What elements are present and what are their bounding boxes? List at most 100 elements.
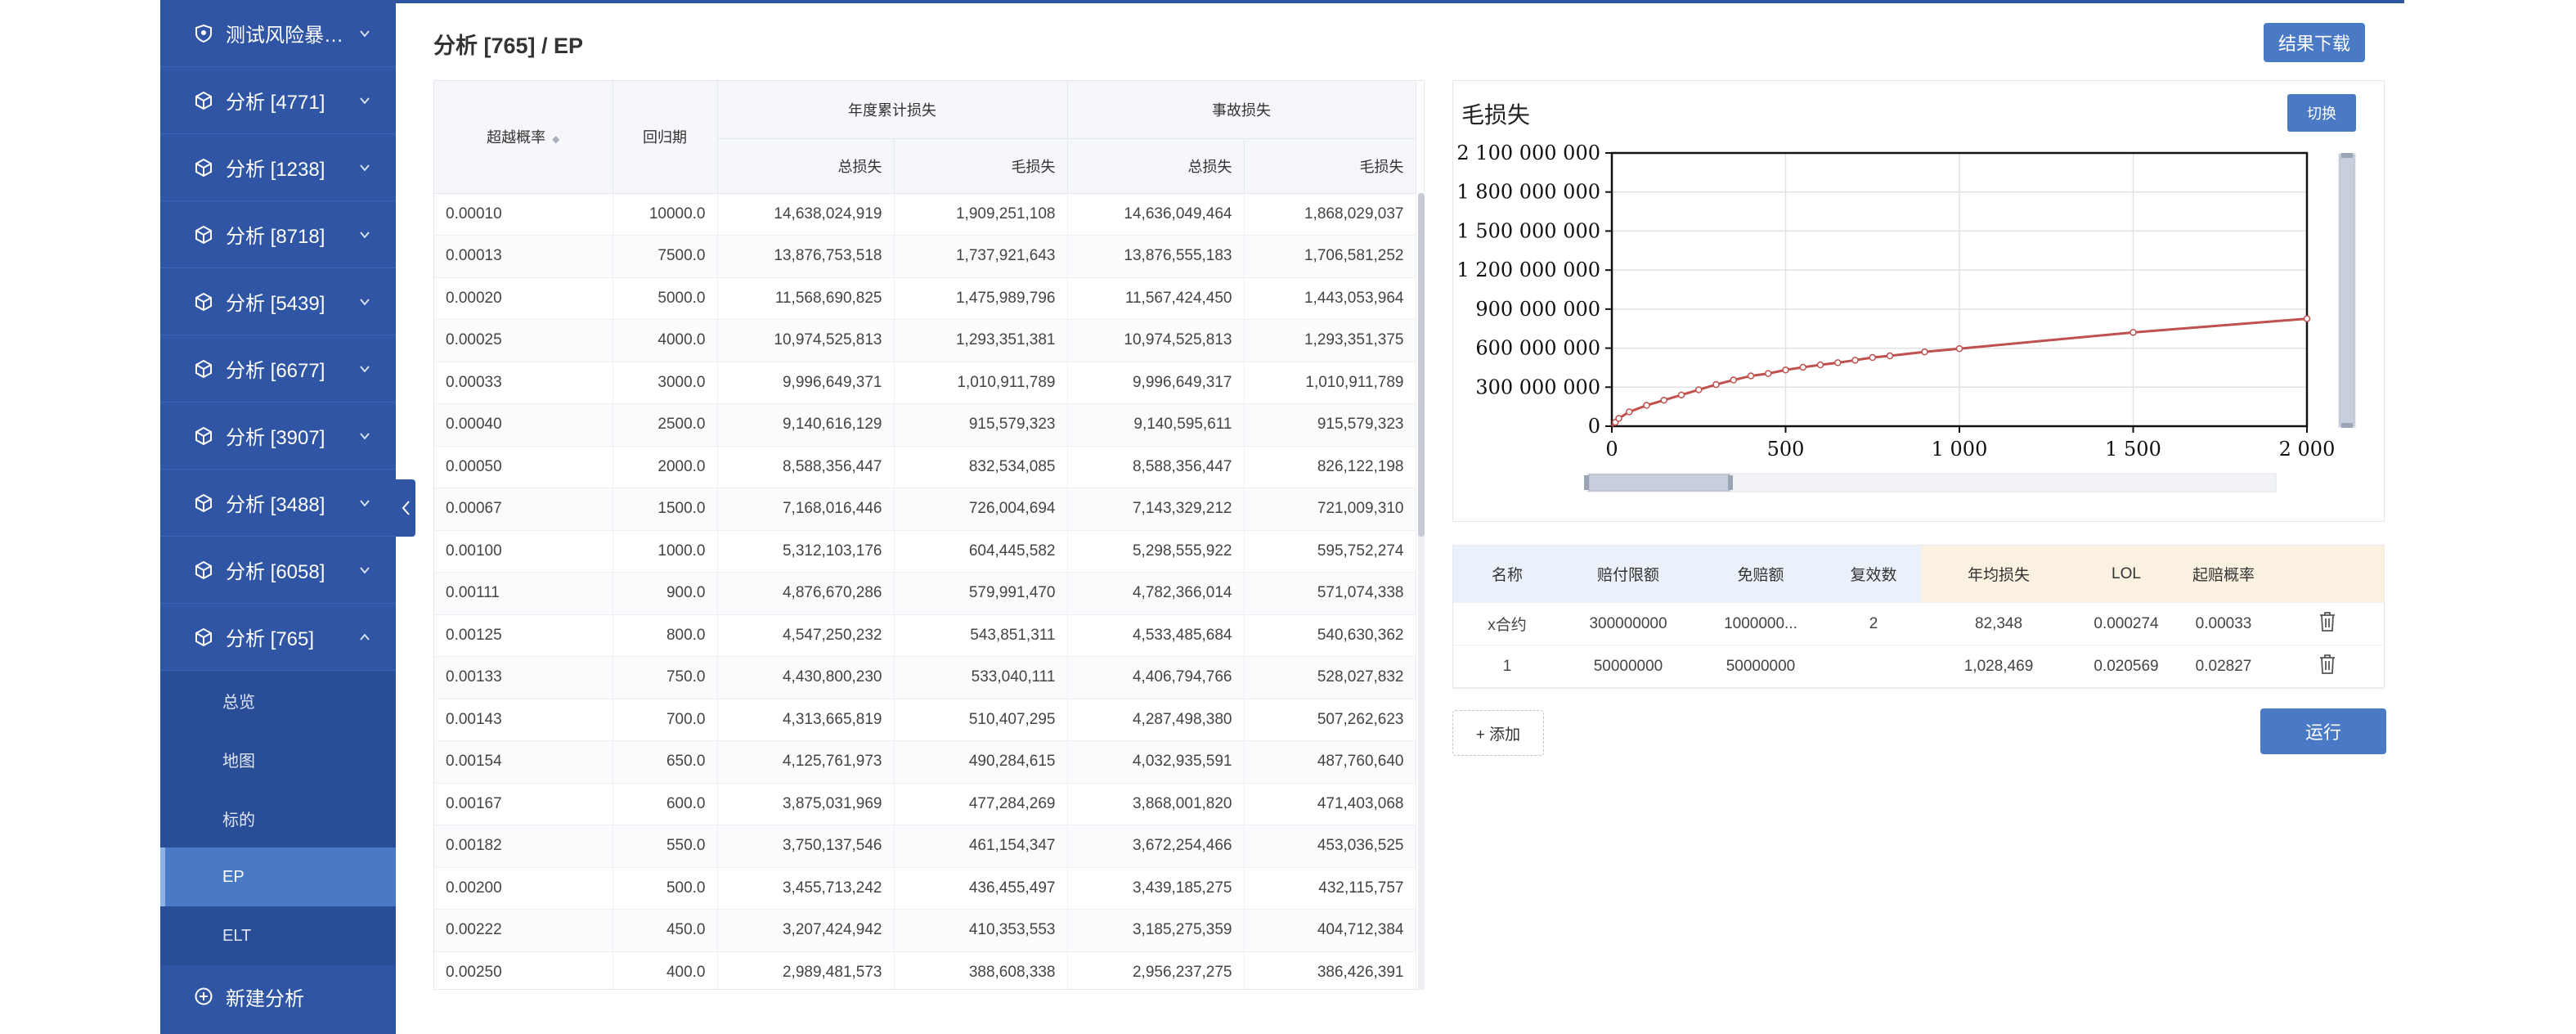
table-row: 0.00025 4000.0 10,974,525,813 1,293,351,381…: [434, 319, 1416, 362]
table-cell: 3,750,137,546: [717, 825, 895, 868]
ep-table-scrollbar-thumb[interactable]: [1418, 193, 1425, 537]
sidebar-item-1[interactable]: 分析 [4771]: [160, 67, 396, 134]
table-cell: 490,284,615: [894, 740, 1068, 784]
x-tick-label: 2 000: [2279, 438, 2336, 461]
table-cell: 3000.0: [613, 362, 718, 404]
y-tick-label: 1 200 000 000: [1456, 258, 1600, 281]
table-cell: 477,284,269: [894, 783, 1068, 825]
data-point: [1886, 352, 1894, 360]
col-exceed-prob[interactable]: 超越概率 ◆: [434, 81, 613, 194]
table-cell: 750.0: [613, 656, 718, 699]
sidebar-collapse-button[interactable]: [396, 479, 415, 537]
delete-contract-button[interactable]: [2271, 610, 2384, 638]
table-cell: 461,154,347: [894, 825, 1068, 868]
table-cell: 13,876,555,183: [1067, 235, 1245, 278]
trash-icon: [2320, 654, 2335, 674]
table-cell: 13,876,753,518: [717, 235, 895, 278]
data-point: [1921, 348, 1928, 356]
delete-contract-button[interactable]: [2271, 653, 2384, 681]
add-contract-button[interactable]: + 添加: [1452, 710, 1544, 756]
table-cell: 9,996,649,317: [1067, 362, 1245, 404]
sidebar: 测试风险暴露... 分析 [4771] 分析 [1238] 分析 [8718] 分析 […: [160, 0, 396, 1034]
sidebar-item-6[interactable]: 分析 [3907]: [160, 402, 396, 470]
sidebar-item-3[interactable]: 分析 [8718]: [160, 201, 396, 268]
y-tick-label: 600 000 000: [1475, 337, 1600, 360]
sidebar-item-4[interactable]: 分析 [5439]: [160, 268, 396, 335]
table-cell: 453,036,525: [1244, 825, 1416, 868]
table-cell: 471,403,068: [1244, 783, 1416, 825]
table-cell: 0.00025: [434, 319, 613, 362]
data-point: [1816, 361, 1824, 369]
table-cell: 0.00250: [434, 951, 613, 989]
sidebar-item-label: 分析 [8718]: [226, 226, 325, 248]
contract-cell: 82,348: [1974, 614, 2023, 632]
chevron-up-icon: [360, 633, 370, 641]
table-cell: 900.0: [613, 572, 718, 615]
table-cell: 14,636,049,464: [1067, 193, 1245, 236]
shield-icon: [195, 24, 212, 43]
table-cell: 0.00010: [434, 193, 613, 236]
table-cell: 543,851,311: [894, 614, 1068, 657]
new-analysis-button[interactable]: 新建分析: [160, 965, 396, 1027]
table-row: 0.00100 1000.0 5,312,103,176 604,445,582 5,2…: [434, 530, 1416, 573]
table-cell: 533,040,111: [894, 656, 1068, 699]
sidebar-item-8[interactable]: 分析 [6058]: [160, 537, 396, 604]
sidebar-item-label: 分析 [6058]: [226, 561, 325, 583]
table-cell: 4,313,665,819: [717, 699, 895, 741]
sidebar-item-9[interactable]: 分析 [765]: [160, 604, 396, 671]
col-event-gross: 毛损失: [1244, 138, 1416, 194]
table-cell: 600.0: [613, 783, 718, 825]
submenu-item-0[interactable]: 总览: [160, 671, 396, 730]
chevron-down-icon: [360, 231, 370, 238]
data-point: [1643, 402, 1650, 409]
contract-cell: 50000000: [1593, 657, 1663, 675]
sort-icon[interactable]: ◆: [552, 133, 559, 145]
table-row: 0.00222 450.0 3,207,424,942 410,353,553 3,18…: [434, 909, 1416, 952]
sidebar-item-label: 分析 [5439]: [226, 293, 325, 315]
cube-icon: [195, 627, 212, 646]
table-cell: 1,475,989,796: [894, 277, 1068, 320]
submenu-item-1[interactable]: 地图: [160, 730, 396, 789]
chevron-down-icon: [360, 566, 370, 573]
sidebar-item-0[interactable]: 测试风险暴露...: [160, 0, 396, 67]
table-row: 0.00040 2500.0 9,140,616,129 915,579,323 9,1…: [434, 403, 1416, 447]
data-point: [1712, 380, 1720, 389]
table-cell: 528,027,832: [1244, 656, 1416, 699]
download-results-button[interactable]: 结果下载: [2264, 23, 2365, 62]
app-root: 测试风险暴露... 分析 [4771] 分析 [1238] 分析 [8718] 分析 […: [0, 0, 2576, 1034]
sidebar-item-2[interactable]: 分析 [1238]: [160, 134, 396, 201]
table-cell: 10000.0: [613, 193, 718, 236]
table-cell: 4,533,485,684: [1067, 614, 1245, 657]
chevron-down-icon: [360, 29, 370, 37]
run-button[interactable]: 运行: [2260, 708, 2386, 754]
table-cell: 0.00222: [434, 909, 613, 952]
table-cell: 832,534,085: [894, 446, 1068, 488]
table-cell: 1500.0: [613, 488, 718, 531]
table-cell: 2000.0: [613, 446, 718, 488]
table-cell: 1000.0: [613, 530, 718, 573]
ep-table-container: 超越概率 ◆ 回归期 年度累计损失 事故损失 总损失 毛损失 总损失 毛损失 0.…: [433, 80, 1425, 990]
data-point: [1851, 357, 1859, 364]
sidebar-item-label: 分析 [3488]: [226, 494, 325, 516]
ep-table-scrollbar[interactable]: [1418, 193, 1425, 990]
table-cell: 450.0: [613, 909, 718, 952]
col-return-period: 回归期: [613, 81, 718, 194]
table-cell: 0.00020: [434, 277, 613, 320]
sidebar-item-5[interactable]: 分析 [6677]: [160, 335, 396, 402]
x-tick-label: 500: [1767, 438, 1805, 461]
data-point: [2129, 329, 2137, 336]
contract-cell: 0.00033: [2195, 614, 2252, 632]
sidebar-submenu: 总览 地图 标的 EP ELT: [160, 671, 396, 965]
page-title: 分析 [765] / EP: [433, 34, 584, 58]
table-cell: 726,004,694: [894, 488, 1068, 531]
table-cell: 507,262,623: [1244, 699, 1416, 741]
table-cell: 826,122,198: [1244, 446, 1416, 488]
submenu-item-2[interactable]: 标的: [160, 789, 396, 847]
contract-cell: x合约: [1488, 617, 1527, 634]
table-cell: 3,439,185,275: [1067, 867, 1245, 910]
submenu-item-3[interactable]: EP: [160, 847, 396, 906]
cube-icon: [195, 493, 212, 512]
sidebar-item-7[interactable]: 分析 [3488]: [160, 470, 396, 537]
submenu-item-4[interactable]: ELT: [160, 906, 396, 965]
contracts-col-header: 赔付限额: [1561, 546, 1695, 602]
